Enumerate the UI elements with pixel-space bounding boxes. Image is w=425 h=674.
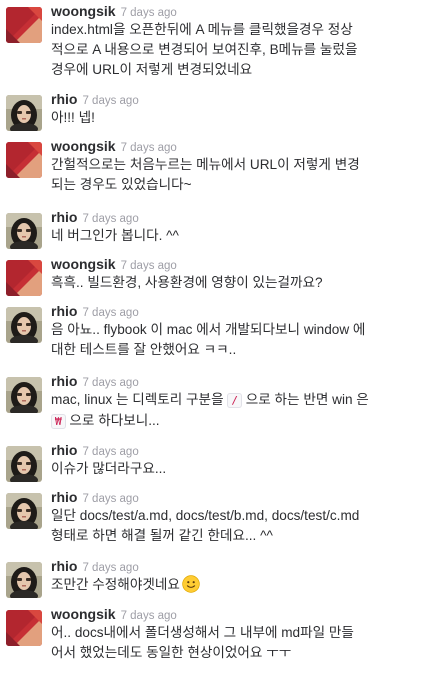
message-timestamp[interactable]: 7 days ago	[121, 142, 177, 154]
message-text-line: ₩ 으로 하다보니...	[51, 411, 417, 432]
avatar[interactable]	[6, 493, 42, 529]
avatar[interactable]	[6, 307, 42, 343]
message: woongsik 7 days ago 간헐적으로는 처음누르는 메뉴에서 URL…	[0, 135, 425, 206]
avatar[interactable]	[6, 377, 42, 413]
message: rhio 7 days ago 이슈가 많더라구요...	[0, 439, 425, 486]
message-author[interactable]: rhio	[51, 373, 77, 389]
message-text-line: 대한 테스트를 잘 안했어요 ㅋㅋ..	[51, 342, 237, 357]
slightly-smiling-face-icon	[182, 575, 200, 593]
message-author[interactable]: rhio	[51, 442, 77, 458]
message-text-line: 흑흑.. 빌드환경, 사용환경에 영향이 있는걸까요?	[51, 275, 323, 290]
message: rhio 7 days ago 일단 docs/test/a.md, docs/t…	[0, 486, 425, 555]
message: rhio 7 days ago 음 아뇨.. flybook 이 mac 에서 개…	[0, 300, 425, 370]
inline-code: /	[227, 393, 242, 408]
text-segment: mac, linux 는 디렉토리 구분을	[51, 392, 228, 407]
message-author[interactable]: rhio	[51, 209, 77, 225]
message-timestamp[interactable]: 7 days ago	[121, 260, 177, 272]
message-timestamp[interactable]: 7 days ago	[121, 7, 177, 19]
message-feed: woongsik 7 days ago index.html을 오픈한뒤에 A 메…	[0, 0, 425, 674]
message: rhio 7 days ago 아!!! 넵!	[0, 88, 425, 135]
user-avatar-icon	[6, 142, 42, 178]
user-avatar-icon	[6, 377, 42, 413]
avatar[interactable]	[6, 446, 42, 482]
avatar[interactable]	[6, 95, 42, 131]
message-text-line: 어서 했었는데도 동일한 현상이었어요 ㅜㅜ	[51, 645, 292, 660]
message: rhio 7 days ago mac, linux 는 디렉토리 구분을 / 으…	[0, 370, 425, 439]
message-author[interactable]: woongsik	[51, 3, 116, 19]
message-timestamp[interactable]: 7 days ago	[82, 377, 138, 389]
message-author[interactable]: rhio	[51, 303, 77, 319]
user-avatar-icon	[6, 95, 42, 131]
message-text-line: 아!!! 넵!	[51, 110, 95, 125]
message-text-line: 조만간 수정해야겟네요	[51, 575, 417, 595]
message-author[interactable]: rhio	[51, 91, 77, 107]
text-segment: 으로 하다보니...	[65, 413, 160, 428]
message-text-line: mac, linux 는 디렉토리 구분을 / 으로 하는 반면 win 은	[51, 390, 417, 411]
user-avatar-icon	[6, 260, 42, 296]
avatar[interactable]	[6, 610, 42, 646]
message-author[interactable]: woongsik	[51, 138, 116, 154]
message: rhio 7 days ago 조만간 수정해야겟네요	[0, 555, 425, 603]
avatar[interactable]	[6, 142, 42, 178]
message-text-line: 네 버그인가 봅니다. ^^	[51, 228, 179, 243]
message: woongsik 7 days ago 흑흑.. 빌드환경, 사용환경에 영향이 …	[0, 253, 425, 300]
message-author[interactable]: woongsik	[51, 606, 116, 622]
text-segment: 조만간 수정해야겟네요	[51, 577, 180, 592]
avatar[interactable]	[6, 562, 42, 598]
message-text-line: 일단 docs/test/a.md, docs/test/b.md, docs/…	[51, 508, 360, 523]
message-timestamp[interactable]: 7 days ago	[82, 95, 138, 107]
message-timestamp[interactable]: 7 days ago	[82, 493, 138, 505]
user-avatar-icon	[6, 446, 42, 482]
message-timestamp[interactable]: 7 days ago	[82, 446, 138, 458]
message-text-line: 어.. docs내에서 폴더생성해서 그 내부에 md파일 만들	[51, 625, 354, 640]
message-text-line: 되는 경우도 있었습니다~	[51, 177, 192, 192]
inline-code: ₩	[51, 414, 66, 429]
message-text-line: 경우에 URL이 저렇게 변경되었네요	[51, 62, 253, 77]
message: woongsik 7 days ago index.html을 오픈한뒤에 A 메…	[0, 0, 425, 88]
avatar[interactable]	[6, 7, 42, 43]
message-text-line: 간헐적으로는 처음누르는 메뉴에서 URL이 저렇게 변경	[51, 157, 360, 172]
text-segment: 으로 하는 반면 win 은	[241, 392, 369, 407]
message-timestamp[interactable]: 7 days ago	[121, 610, 177, 622]
user-avatar-icon	[6, 7, 42, 43]
message-text-line: index.html을 오픈한뒤에 A 메뉴를 클릭했을경우 정상	[51, 22, 353, 37]
message-text-line: 적으로 A 내용으로 변경되어 보여진후, B메뉴를 눌렀을	[51, 42, 358, 57]
message-author[interactable]: rhio	[51, 558, 77, 574]
message: rhio 7 days ago 네 버그인가 봅니다. ^^	[0, 206, 425, 253]
user-avatar-icon	[6, 610, 42, 646]
avatar[interactable]	[6, 213, 42, 249]
message-text-line: 음 아뇨.. flybook 이 mac 에서 개발되다보니 window 에	[51, 322, 366, 337]
message-timestamp[interactable]: 7 days ago	[82, 562, 138, 574]
avatar[interactable]	[6, 260, 42, 296]
user-avatar-icon	[6, 562, 42, 598]
user-avatar-icon	[6, 213, 42, 249]
message-author[interactable]: woongsik	[51, 256, 116, 272]
message-timestamp[interactable]: 7 days ago	[82, 307, 138, 319]
message-timestamp[interactable]: 7 days ago	[82, 213, 138, 225]
message-author[interactable]: rhio	[51, 489, 77, 505]
message: woongsik 7 days ago 어.. docs내에서 폴더생성해서 그 …	[0, 603, 425, 674]
message-text-line: 형태로 하면 해결 될꺼 같긴 한데요... ^^	[51, 528, 273, 543]
user-avatar-icon	[6, 493, 42, 529]
user-avatar-icon	[6, 307, 42, 343]
message-text-line: 이슈가 많더라구요...	[51, 461, 167, 476]
